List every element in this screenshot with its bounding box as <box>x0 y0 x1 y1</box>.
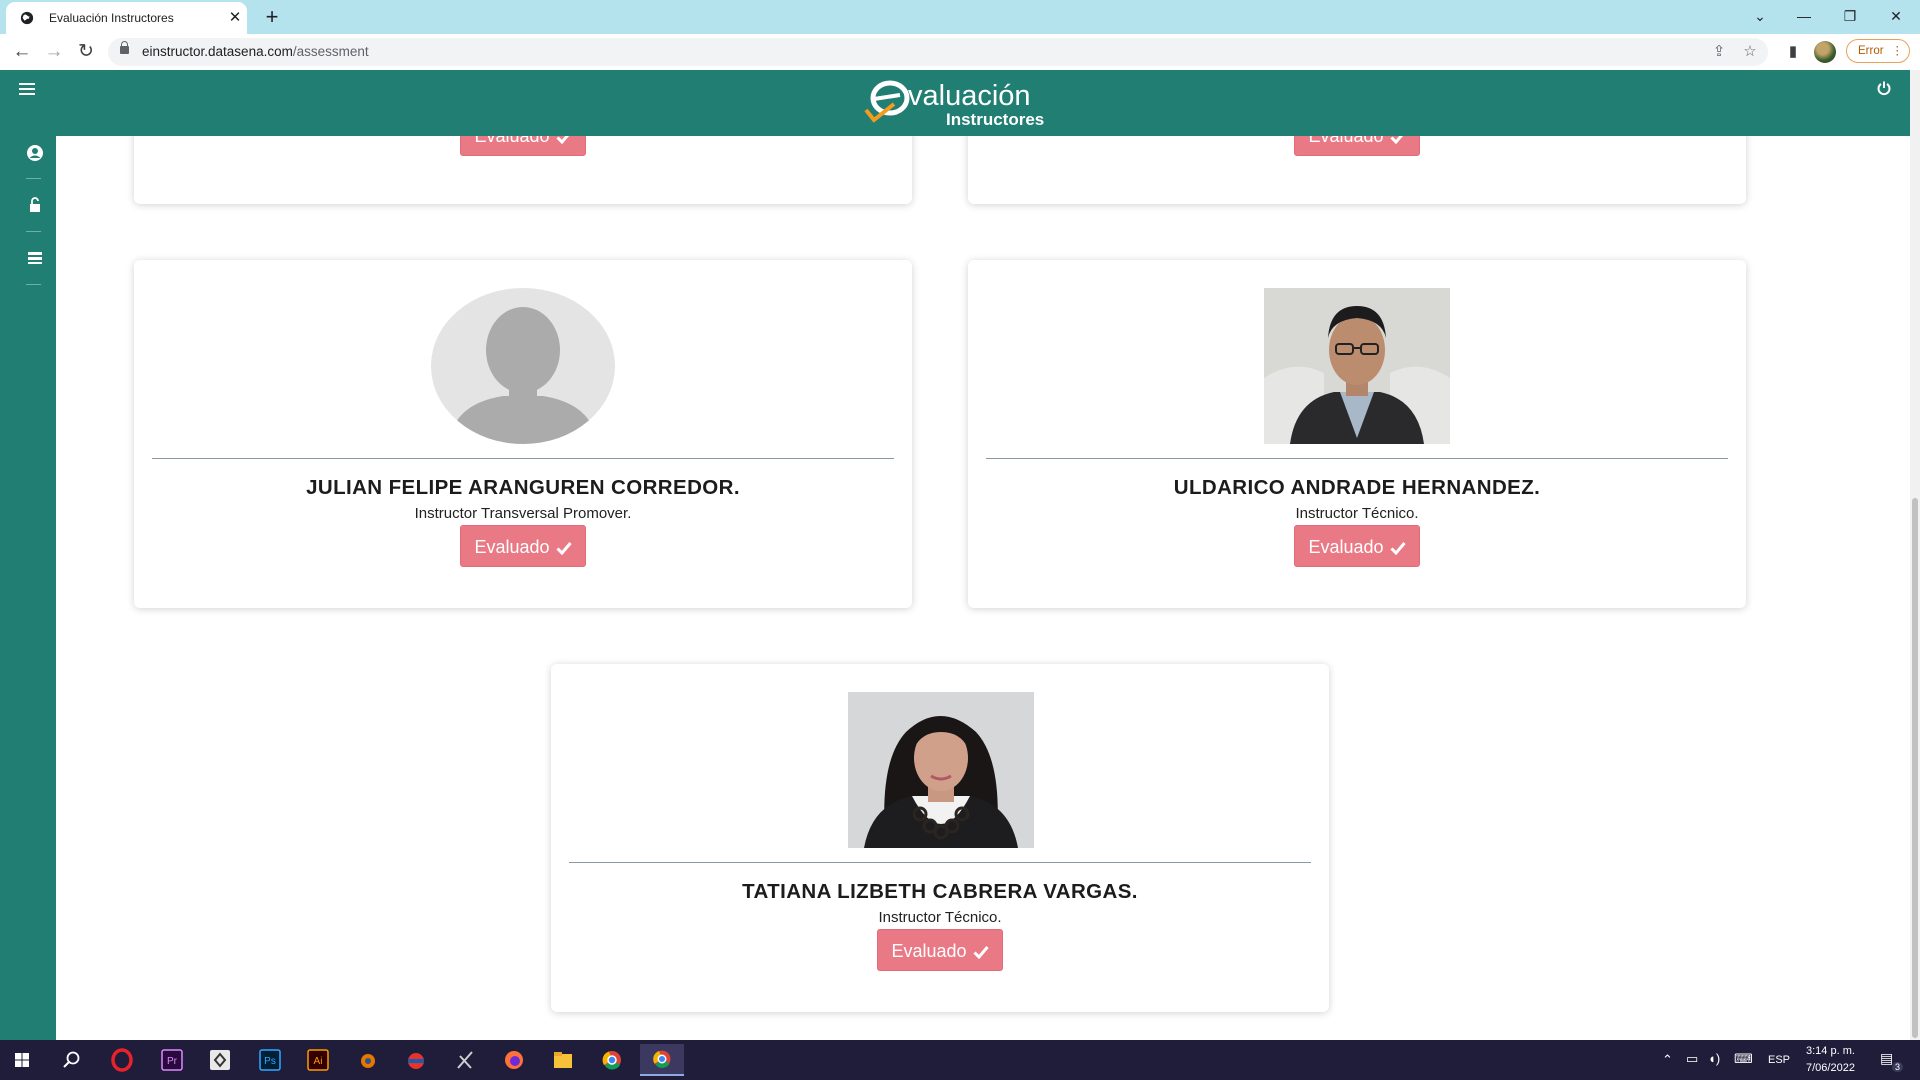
sidebar-divider <box>26 284 41 285</box>
search-icon[interactable] <box>52 1044 92 1076</box>
instructor-photo <box>1264 288 1450 444</box>
notification-count-badge: 3 <box>1892 1062 1904 1072</box>
instructor-photo <box>848 692 1034 848</box>
unity-icon[interactable] <box>200 1044 240 1076</box>
address-bar[interactable]: einstructor.datasena.com/assessment ⇪ ☆ <box>108 38 1768 66</box>
check-icon <box>1389 528 1406 570</box>
close-window-button[interactable]: ✕ <box>1876 4 1916 28</box>
premiere-pro-icon[interactable]: Pr <box>152 1044 192 1076</box>
opera-icon[interactable] <box>102 1044 142 1076</box>
side-panel-icon[interactable]: ▮ <box>1782 41 1804 63</box>
new-tab-button[interactable]: + <box>260 5 284 29</box>
share-icon[interactable]: ⇪ <box>1708 41 1730 63</box>
instructor-role: Instructor Técnico. <box>1295 505 1419 522</box>
tab-search-icon[interactable]: ⌄ <box>1740 4 1780 28</box>
forward-icon[interactable]: → <box>42 40 66 64</box>
chrome-icon[interactable] <box>592 1044 632 1076</box>
card-divider <box>986 458 1728 459</box>
app-icon[interactable] <box>396 1044 436 1076</box>
reload-icon[interactable]: ↻ <box>74 40 98 64</box>
instructor-role: Instructor Transversal Promover. <box>414 505 632 522</box>
check-icon <box>555 136 572 159</box>
evaluated-button[interactable]: Evaluado <box>460 136 586 156</box>
sidebar-divider <box>26 178 41 179</box>
instructor-card: JULIAN FELIPE ARANGUREN CORREDOR. Instru… <box>134 260 912 608</box>
browser-toolbar: ← → ↻ einstructor.datasena.com/assessmen… <box>0 34 1920 71</box>
instructor-name: ULDARICO ANDRADE HERNANDEZ. <box>1173 476 1541 499</box>
instructor-card: Evaluado <box>134 136 912 204</box>
browser-tabstrip: Evaluación Instructores ✕ + ⌄ — ❐ ✕ <box>0 0 1920 34</box>
evaluated-button[interactable]: Evaluado <box>1294 525 1420 567</box>
photoshop-icon[interactable]: Ps <box>250 1044 290 1076</box>
instructor-name: JULIAN FELIPE ARANGUREN CORREDOR. <box>306 476 740 499</box>
check-icon <box>1389 136 1406 159</box>
power-icon[interactable] <box>1876 80 1892 96</box>
windows-taskbar: Pr Ps Ai ⌃ ▭ ◖) ⌨ ESP 3:14 p. m. 7/06/20… <box>0 1040 1920 1080</box>
instructor-card: TATIANA LIZBETH CABRERA VARGAS. Instruct… <box>551 664 1329 1012</box>
profile-avatar[interactable] <box>1814 41 1836 63</box>
chrome-active-icon[interactable] <box>640 1044 684 1076</box>
list-icon[interactable] <box>26 249 44 267</box>
logo-subtitle: Instructores <box>946 110 1045 129</box>
restore-button[interactable]: ❐ <box>1830 4 1870 28</box>
clock-time[interactable]: 3:14 p. m. <box>1806 1045 1855 1057</box>
svg-text:Pr: Pr <box>167 1056 178 1067</box>
url-text: einstructor.datasena.com/assessment <box>142 44 369 59</box>
tab-title: Evaluación Instructores <box>49 11 174 25</box>
browser-tab[interactable]: Evaluación Instructores ✕ <box>6 2 247 34</box>
card-divider <box>152 458 894 459</box>
volume-icon[interactable]: ◖) <box>1708 1051 1720 1066</box>
keyboard-icon[interactable]: ⌨ <box>1734 1051 1753 1067</box>
tab-close-icon[interactable]: ✕ <box>225 8 245 28</box>
check-icon <box>555 528 572 570</box>
clock-date[interactable]: 7/06/2022 <box>1806 1062 1855 1074</box>
back-icon[interactable]: ← <box>10 40 34 64</box>
globe-icon <box>20 11 34 25</box>
instructor-name: TATIANA LIZBETH CABRERA VARGAS. <box>742 880 1138 903</box>
illustrator-icon[interactable]: Ai <box>298 1044 338 1076</box>
instructor-card: Evaluado <box>968 136 1746 204</box>
inkscape-icon[interactable] <box>445 1044 485 1076</box>
notifications-icon[interactable]: ▤ <box>1880 1050 1893 1067</box>
lock-icon[interactable] <box>26 196 44 214</box>
network-icon[interactable]: ▭ <box>1686 1051 1698 1067</box>
card-divider <box>569 862 1311 863</box>
evaluated-button[interactable]: Evaluado <box>1294 136 1420 156</box>
lock-icon <box>120 41 129 54</box>
blender-icon[interactable] <box>347 1044 387 1076</box>
language-indicator[interactable]: ESP <box>1768 1054 1790 1066</box>
instructor-card: ULDARICO ANDRADE HERNANDEZ. Instructor T… <box>968 260 1746 608</box>
svg-text:Ps: Ps <box>264 1056 276 1067</box>
svg-text:Ai: Ai <box>314 1056 323 1067</box>
hamburger-menu-icon[interactable] <box>19 83 35 95</box>
sidebar-divider <box>26 231 41 232</box>
firefox-icon[interactable] <box>494 1044 534 1076</box>
file-explorer-icon[interactable] <box>543 1044 583 1076</box>
user-icon[interactable] <box>26 144 44 162</box>
evaluated-button[interactable]: Evaluado <box>460 525 586 567</box>
instructor-role: Instructor Técnico. <box>878 909 1002 926</box>
evaluated-button[interactable]: Evaluado <box>877 929 1003 971</box>
check-icon <box>972 932 989 974</box>
error-button[interactable]: Error ⋮ <box>1846 39 1910 63</box>
evaluacion-logo: valuación Instructores <box>860 76 1060 132</box>
sidebar <box>0 136 56 1040</box>
tray-chevron-icon[interactable]: ⌃ <box>1662 1052 1673 1068</box>
logo-text: valuación <box>908 80 1031 112</box>
instructors-content: Evaluado Evaluado JULIAN FELIPE ARANGURE… <box>56 136 1910 1040</box>
windows-start-icon[interactable] <box>2 1044 42 1076</box>
bookmark-star-icon[interactable]: ☆ <box>1739 41 1761 63</box>
minimize-button[interactable]: — <box>1784 4 1824 28</box>
default-avatar <box>431 288 615 444</box>
scrollbar-thumb[interactable] <box>1912 498 1918 1038</box>
